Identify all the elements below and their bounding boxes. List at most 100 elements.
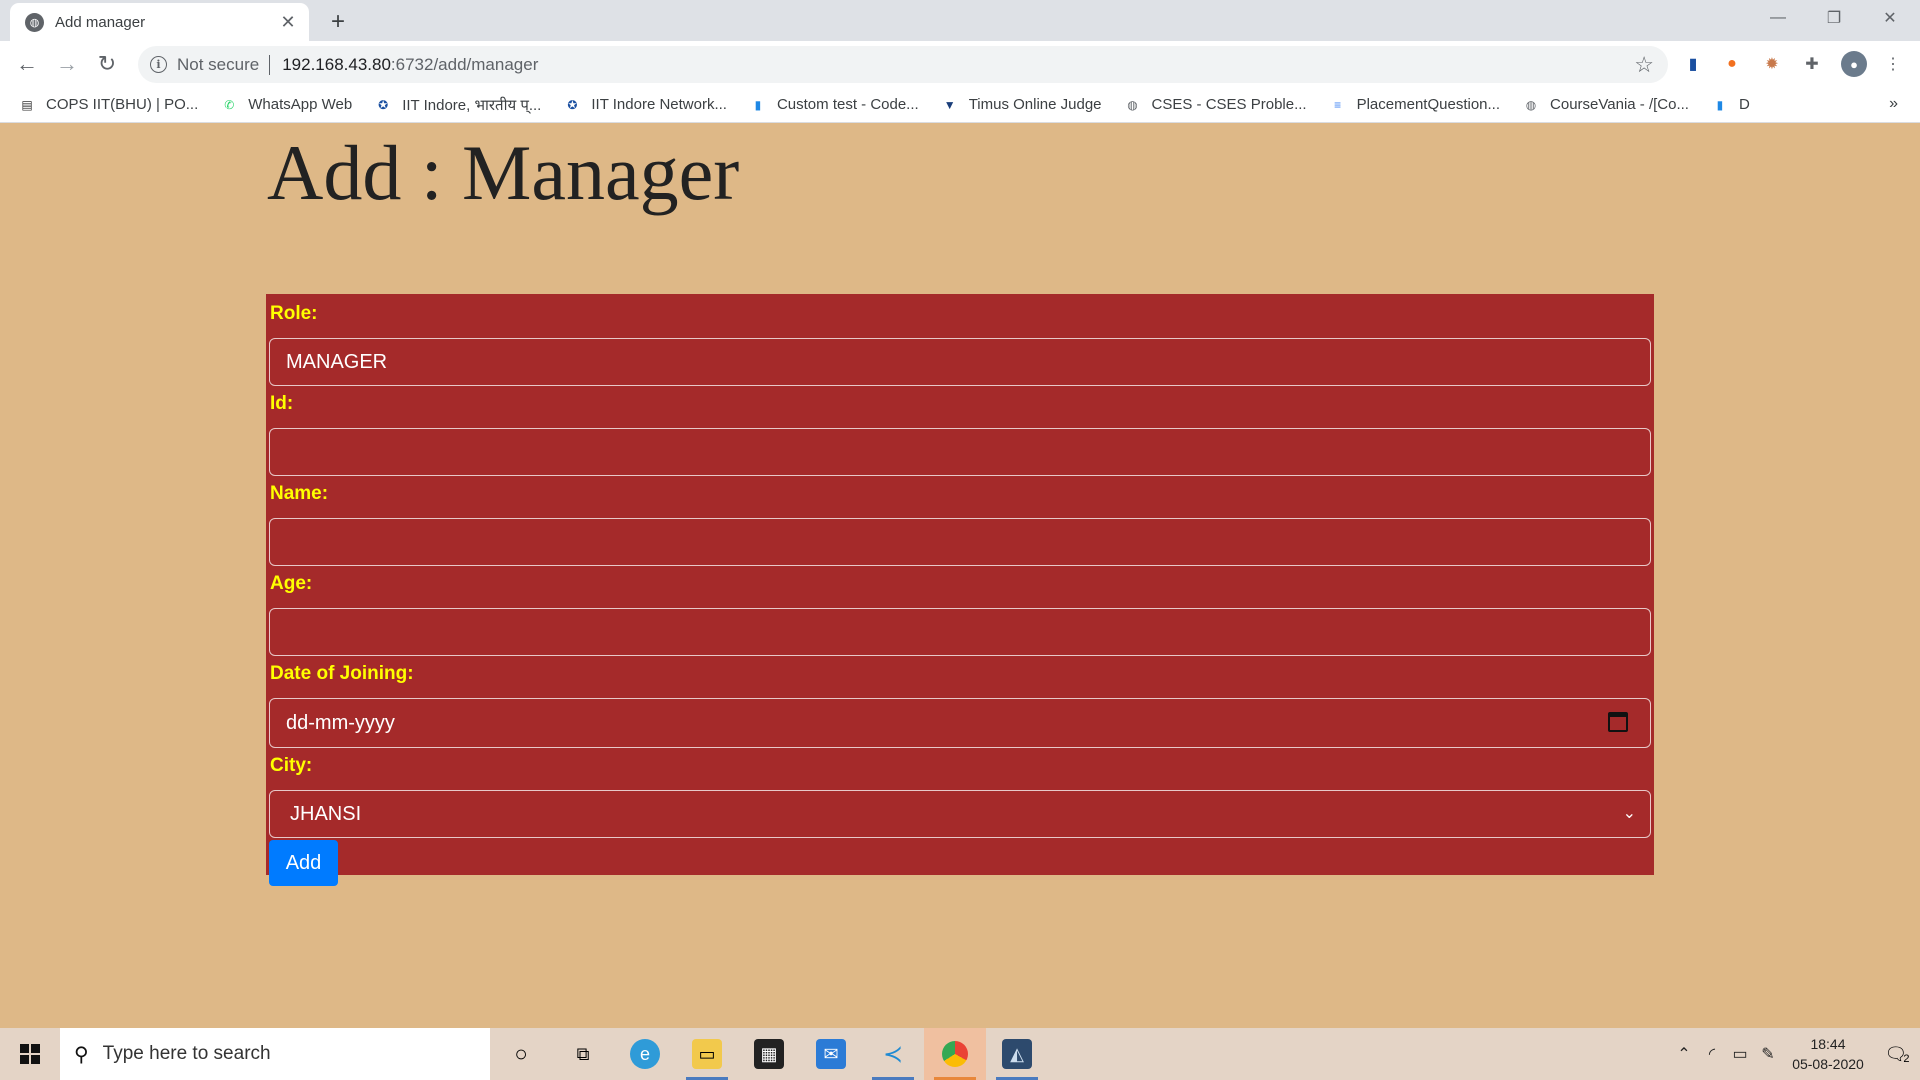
extension-bars-icon[interactable]: ▮	[1682, 53, 1704, 75]
bookmark-item[interactable]: ✪ IIT Indore, भारतीय प्...	[374, 95, 541, 115]
close-tab-icon[interactable]: ✕	[275, 9, 301, 35]
tab-strip: ◍ Add manager ✕ + — ❐ ✕	[0, 0, 1920, 41]
url-host: 192.168.43.80	[282, 54, 391, 74]
globe-icon: ◍	[1525, 97, 1537, 112]
calendar-icon[interactable]	[1608, 712, 1628, 732]
mail-button[interactable]: ✉	[800, 1028, 862, 1080]
browser-toolbar: ← → ↻ i Not secure 192.168.43.80:6732/ad…	[0, 41, 1920, 87]
globe-icon: ◍	[1127, 97, 1138, 112]
city-value: JHANSI	[290, 802, 362, 825]
edge-button[interactable]: e	[614, 1028, 676, 1080]
url-text[interactable]: 192.168.43.80:6732/add/manager	[282, 55, 538, 75]
tab-title: Add manager	[55, 13, 146, 31]
edge-icon: e	[630, 1039, 660, 1069]
bookmark-item[interactable]: ▼ Timus Online Judge	[941, 96, 1102, 114]
start-button[interactable]	[0, 1028, 60, 1080]
forward-button[interactable]: →	[51, 48, 83, 80]
bookmark-star-icon[interactable]: ☆	[1634, 52, 1654, 78]
role-value: MANAGER	[286, 350, 388, 373]
store-icon: ▦	[754, 1039, 784, 1069]
minimize-button[interactable]: —	[1750, 0, 1806, 36]
vscode-button[interactable]: ≺	[862, 1028, 924, 1080]
divider	[269, 54, 271, 75]
wifi-icon[interactable]: ◜	[1698, 1044, 1726, 1064]
bookmark-item[interactable]: ✆ WhatsApp Web	[220, 96, 352, 114]
bookmark-label: Custom test - Code...	[776, 96, 919, 113]
clock-date: 05-08-2020	[1792, 1056, 1864, 1072]
codeforces-icon: ▮	[1716, 97, 1724, 112]
reload-button[interactable]: ↻	[91, 48, 123, 80]
bookmark-label: Timus Online Judge	[968, 96, 1102, 113]
bookmark-item[interactable]: ▮ Custom test - Code...	[749, 96, 919, 114]
security-indicator[interactable]: Not secure	[177, 55, 259, 75]
add-button[interactable]: Add	[269, 840, 338, 886]
notification-center-button[interactable]: 🗨 2	[1874, 1028, 1920, 1080]
bookmark-label: CourseVania - /[Co...	[1550, 96, 1689, 113]
iit-indore-icon: ✪	[378, 97, 389, 112]
age-label: Age:	[270, 573, 313, 594]
chevron-down-icon: ⌄	[1622, 805, 1636, 822]
store-button[interactable]: ▦	[738, 1028, 800, 1080]
bookmark-item[interactable]: ≡ PlacementQuestion...	[1329, 96, 1500, 114]
vscode-icon: ≺	[882, 1040, 904, 1068]
search-placeholder: Type here to search	[102, 1043, 271, 1064]
close-window-button[interactable]: ✕	[1862, 0, 1918, 36]
id-field[interactable]	[269, 428, 1651, 476]
more-bookmarks-icon[interactable]: »	[1889, 95, 1898, 113]
name-label: Name:	[270, 483, 329, 504]
date-of-joining-field[interactable]: dd-mm-yyyy	[269, 698, 1651, 748]
bookmark-label: IIT Indore Network...	[591, 96, 727, 113]
bookmark-item[interactable]: ▤ COPS IIT(BHU) | PO...	[18, 96, 198, 114]
file-explorer-icon: ▭	[692, 1039, 722, 1069]
file-explorer-button[interactable]: ▭	[676, 1028, 738, 1080]
name-field[interactable]	[269, 518, 1651, 566]
extension-gear-icon[interactable]: ✹	[1761, 53, 1783, 75]
iit-indore-icon: ✪	[567, 97, 578, 112]
extension-flame-icon[interactable]: ●	[1721, 53, 1743, 75]
restore-button[interactable]: ❐	[1806, 0, 1862, 36]
menu-icon[interactable]: ⋮	[1882, 53, 1904, 75]
battery-icon[interactable]: ▭	[1726, 1044, 1754, 1064]
task-view-button[interactable]: ⧉	[552, 1028, 614, 1080]
bookmark-label: PlacementQuestion...	[1356, 96, 1501, 113]
bookmark-item[interactable]: ✪ IIT Indore Network...	[563, 96, 727, 114]
system-tray: ⌃ ◜ ▭ ✎ 18:44 05-08-2020 🗨 2	[1670, 1028, 1920, 1080]
bookmark-label: IIT Indore, भारतीय प्...	[402, 96, 542, 114]
bookmark-item[interactable]: ◍ CSES - CSES Proble...	[1124, 96, 1306, 114]
notification-count: 2	[1903, 1053, 1910, 1065]
bookmarks-bar: ▤ COPS IIT(BHU) | PO... ✆ WhatsApp Web ✪ IIT …	[0, 87, 1920, 123]
mail-icon: ✉	[816, 1039, 846, 1069]
tab-add-manager[interactable]: ◍ Add manager ✕	[10, 3, 309, 41]
bookmark-item[interactable]: ◍ CourseVania - /[Co...	[1522, 96, 1689, 114]
globe-icon: ◍	[25, 12, 44, 32]
chrome-button[interactable]	[924, 1028, 986, 1080]
taskbar-search[interactable]: ⚲ Type here to search	[60, 1028, 490, 1080]
pen-icon[interactable]: ✎	[1754, 1044, 1782, 1064]
address-bar[interactable]: i Not secure 192.168.43.80:6732/add/mana…	[138, 46, 1668, 83]
mysql-workbench-button[interactable]: ◭	[986, 1028, 1048, 1080]
profile-avatar[interactable]: ●	[1841, 51, 1867, 77]
mysql-workbench-icon: ◭	[1002, 1039, 1032, 1069]
taskbar: ⚲ Type here to search ○ ⧉ e ▭ ▦ ✉ ≺ ◭ ⌃ …	[0, 1028, 1920, 1080]
city-select[interactable]: JHANSI ⌄	[269, 790, 1651, 838]
docs-icon: ≡	[1334, 97, 1342, 112]
cortana-icon: ○	[514, 1041, 528, 1066]
role-label: Role:	[270, 303, 318, 324]
new-tab-button[interactable]: +	[322, 6, 354, 38]
clock[interactable]: 18:44 05-08-2020	[1782, 1034, 1874, 1074]
extensions-puzzle-icon[interactable]: ✚	[1801, 53, 1823, 75]
clock-time: 18:44	[1810, 1036, 1846, 1052]
url-path: :6732/add/manager	[390, 54, 539, 74]
search-icon: ⚲	[74, 1043, 89, 1066]
cops-icon: ▤	[21, 97, 33, 112]
id-label: Id:	[270, 393, 294, 414]
city-label: City:	[270, 755, 313, 776]
cortana-button[interactable]: ○	[490, 1028, 552, 1080]
age-field[interactable]	[269, 608, 1651, 656]
back-button[interactable]: ←	[11, 48, 43, 80]
role-field[interactable]: MANAGER	[269, 338, 1651, 386]
page-title: Add : Manager	[267, 129, 740, 216]
chevron-up-icon[interactable]: ⌃	[1670, 1044, 1698, 1064]
bookmark-item[interactable]: ▮ D	[1711, 96, 1750, 114]
info-icon[interactable]: i	[150, 56, 167, 73]
